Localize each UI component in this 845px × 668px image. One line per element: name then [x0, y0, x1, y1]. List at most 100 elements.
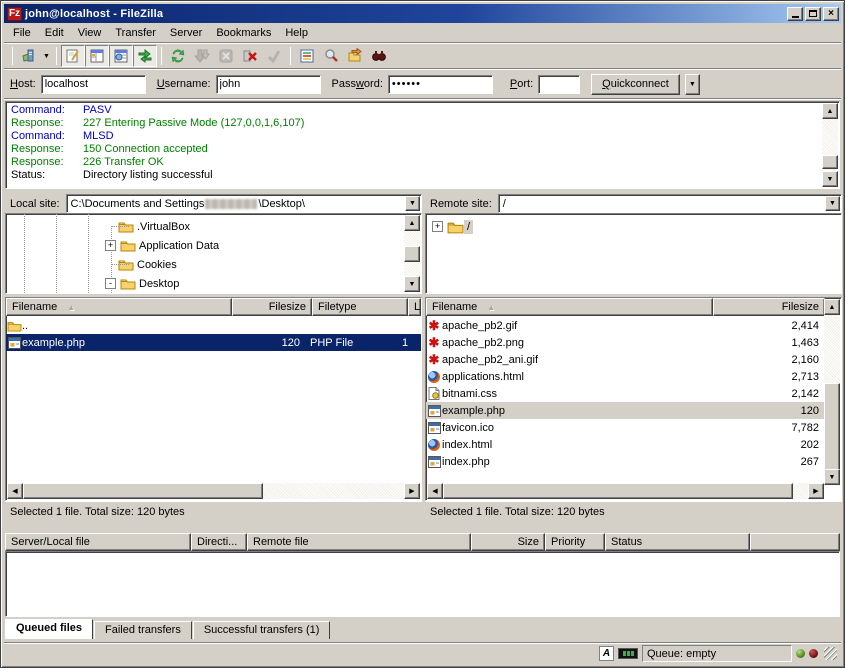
quickconnect-button[interactable]: Quickconnect	[591, 74, 680, 95]
password-input[interactable]	[388, 75, 493, 94]
tab-failed-transfers[interactable]: Failed transfers	[94, 621, 192, 639]
filter-button[interactable]	[295, 45, 319, 67]
tree-item-cookies[interactable]: Cookies	[118, 255, 180, 274]
menu-transfer[interactable]: Transfer	[108, 25, 163, 41]
remote-path-combobox[interactable]: / ▼	[498, 194, 842, 213]
menu-edit[interactable]: Edit	[38, 25, 71, 41]
remote-file-row[interactable]: index.html202	[426, 436, 825, 453]
log-label: Response:	[11, 156, 83, 169]
apache-feather-icon: ✱	[426, 352, 442, 368]
quickconnect-dropdown[interactable]: ▼	[685, 74, 700, 95]
close-button[interactable]: ×	[823, 7, 839, 21]
title-bar[interactable]: Fz john@localhost - FileZilla ×	[4, 4, 841, 23]
remote-file-row[interactable]: ✱apache_pb2.png1,463	[426, 334, 825, 351]
refresh-icon	[170, 48, 186, 64]
php-file-icon	[8, 337, 21, 349]
minimize-button[interactable]	[787, 7, 803, 21]
local-col-filetype[interactable]: Filetype	[312, 298, 408, 316]
expand-icon[interactable]: +	[432, 221, 443, 232]
queue-col-server-local[interactable]: Server/Local file	[5, 533, 191, 551]
toggle-queue-button[interactable]	[133, 45, 157, 67]
host-input[interactable]	[41, 75, 146, 94]
toolbar-separator	[161, 47, 162, 65]
remote-file-row[interactable]: index.php267	[426, 453, 825, 470]
apache-feather-icon: ✱	[426, 335, 442, 351]
remote-file-row[interactable]: ✱apache_pb2_ani.gif2,160	[426, 351, 825, 368]
expand-icon[interactable]: +	[105, 240, 116, 251]
reconnect-button[interactable]	[262, 45, 286, 67]
tab-queued-files[interactable]: Queued files	[5, 619, 93, 639]
queue-col-priority[interactable]: Priority	[545, 533, 605, 551]
queue-col-direction[interactable]: Directi...	[191, 533, 247, 551]
menu-server[interactable]: Server	[163, 25, 209, 41]
remote-file-row-selected[interactable]: example.php120	[426, 402, 825, 419]
queue-body[interactable]	[5, 551, 840, 617]
menu-file[interactable]: File	[6, 25, 38, 41]
maximize-button[interactable]	[805, 7, 821, 21]
refresh-button[interactable]	[166, 45, 190, 67]
remote-file-row[interactable]: favicon.ico7,782	[426, 419, 825, 436]
collapse-icon[interactable]: -	[105, 278, 116, 289]
local-list-hscrollbar[interactable]: ◀ ▶	[7, 483, 420, 499]
tree-item-root[interactable]: + /	[432, 217, 473, 236]
toggle-message-log-icon	[65, 48, 81, 64]
queue-col-status[interactable]: Status	[605, 533, 750, 551]
disconnect-icon	[242, 48, 258, 64]
tab-successful-transfers[interactable]: Successful transfers (1)	[193, 621, 331, 639]
tree-item-desktop[interactable]: - Desktop	[105, 274, 182, 293]
tree-item-virtualbox[interactable]: .VirtualBox	[118, 217, 193, 236]
port-input[interactable]	[538, 75, 580, 94]
folder-icon	[447, 220, 464, 234]
local-tree-scrollbar[interactable]: ▲ ▼	[404, 215, 420, 292]
local-status-text: Selected 1 file. Total size: 120 bytes	[5, 501, 422, 522]
queue-col-remote-file[interactable]: Remote file	[247, 533, 471, 551]
local-col-filename[interactable]: Filename▲	[6, 298, 232, 316]
tree-item-application-data[interactable]: + Application Data	[105, 236, 222, 255]
site-manager-button[interactable]	[17, 45, 41, 67]
remote-file-row[interactable]: bitnami.css2,142	[426, 385, 825, 402]
remote-list-hscrollbar[interactable]: ◀ ▶	[427, 483, 824, 499]
remote-file-row[interactable]: ✱apache_pb2.gif2,414	[426, 317, 825, 334]
process-queue-button[interactable]	[190, 45, 214, 67]
file-name: example.php	[22, 337, 228, 349]
compare-directories-button[interactable]	[319, 45, 343, 67]
remote-file-row[interactable]: applications.html2,713	[426, 368, 825, 385]
reconnect-icon	[266, 48, 282, 64]
toggle-remote-tree-button[interactable]	[109, 45, 133, 67]
local-file-row[interactable]: ..	[6, 317, 421, 334]
remote-col-filename[interactable]: Filename▲	[426, 298, 713, 316]
tree-item-label: /	[464, 220, 473, 234]
find-files-button[interactable]	[367, 45, 391, 67]
queue-splitter[interactable]	[4, 523, 841, 533]
local-col-modified[interactable]: L	[408, 298, 421, 316]
local-col-filesize[interactable]: Filesize	[232, 298, 312, 316]
log-text: MLSD	[83, 130, 114, 143]
local-path-dropdown[interactable]: ▼	[405, 196, 420, 211]
menu-view[interactable]: View	[71, 25, 109, 41]
cancel-operation-button[interactable]	[214, 45, 238, 67]
local-path-combobox[interactable]: C:\Documents and Settings\Desktop\ ▼	[66, 194, 422, 213]
local-file-row-selected[interactable]: example.php 120 PHP File 1	[6, 334, 421, 351]
remote-tree: + /	[425, 213, 842, 294]
log-scrollbar[interactable]: ▲ ▼	[822, 103, 838, 187]
resize-grip[interactable]	[824, 647, 837, 660]
site-manager-dropdown[interactable]: ▼	[41, 45, 52, 67]
file-name: favicon.ico	[442, 422, 710, 434]
remote-col-filesize[interactable]: Filesize	[713, 298, 825, 316]
toggle-queue-icon	[137, 48, 153, 64]
remote-path-dropdown[interactable]: ▼	[825, 196, 840, 211]
queue-col-size[interactable]: Size	[471, 533, 545, 551]
file-size: 2,713	[710, 371, 825, 383]
menu-bookmarks[interactable]: Bookmarks	[209, 25, 278, 41]
remote-list-vscrollbar[interactable]: ▲ ▼	[824, 299, 840, 485]
queue-header: Server/Local file Directi... Remote file…	[5, 533, 840, 551]
disconnect-button[interactable]	[238, 45, 262, 67]
synchronized-browsing-button[interactable]	[343, 45, 367, 67]
username-input[interactable]	[216, 75, 321, 94]
menu-help[interactable]: Help	[278, 25, 315, 41]
toggle-local-tree-button[interactable]	[85, 45, 109, 67]
file-modified: 1	[402, 337, 416, 349]
status-bar: A Queue: empty	[4, 642, 841, 664]
toggle-message-log-button[interactable]	[61, 45, 85, 67]
file-size: 202	[710, 439, 825, 451]
